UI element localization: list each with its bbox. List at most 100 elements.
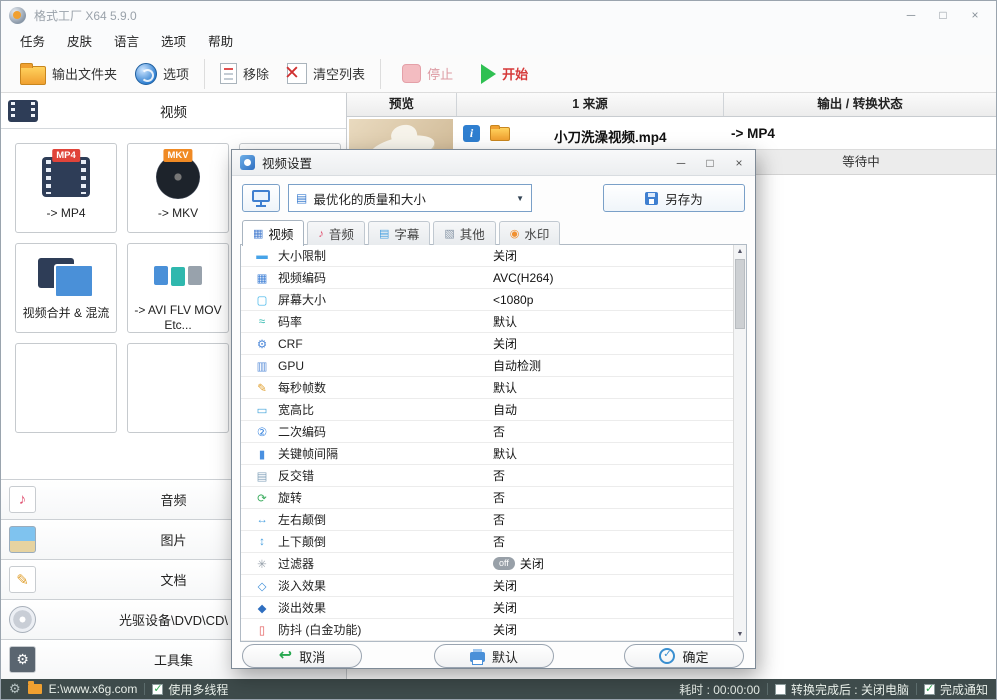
setting-value: 否 bbox=[493, 533, 505, 550]
menubar: 任务 皮肤 语言 选项 帮助 bbox=[1, 29, 996, 55]
stop-button[interactable]: 停止 bbox=[393, 58, 462, 90]
setting-row-crf[interactable]: ⚙ CRF 关闭 bbox=[241, 333, 733, 355]
scrollbar-thumb[interactable] bbox=[735, 259, 745, 329]
maximize-button[interactable]: □ bbox=[934, 8, 952, 22]
filter-icon: ✳ bbox=[257, 558, 267, 571]
tab-subtitle[interactable]: ▤ 字幕 bbox=[367, 221, 431, 245]
dialog-maximize-button[interactable]: □ bbox=[702, 156, 718, 170]
tab-label: 水印 bbox=[524, 228, 550, 242]
save-as-button[interactable]: 另存为 bbox=[603, 184, 745, 212]
start-button[interactable]: 开始 bbox=[472, 58, 537, 90]
column-preview[interactable]: 预览 bbox=[347, 93, 457, 116]
keyframe-interval-icon: ▮ bbox=[258, 448, 266, 461]
setting-value: 默认 bbox=[493, 445, 517, 462]
tab-label: 音频 bbox=[328, 228, 354, 242]
setting-row-aspect-ratio[interactable]: ▭ 宽高比 自动 bbox=[241, 399, 733, 421]
tab-label: 其他 bbox=[459, 228, 485, 242]
elapsed-time: 耗时 : 00:00:00 bbox=[679, 682, 760, 697]
options-button[interactable]: 选项 bbox=[126, 58, 198, 90]
gear-icon[interactable]: ⚙ bbox=[9, 679, 21, 699]
video-category-header[interactable]: 视频 bbox=[1, 93, 346, 129]
setting-value: 否 bbox=[493, 511, 505, 528]
setting-row-filter[interactable]: ✳ 过滤器 off 关闭 bbox=[241, 553, 733, 575]
menu-item-1[interactable]: 任务 bbox=[9, 29, 56, 55]
setting-row-two-pass[interactable]: ② 二次编码 否 bbox=[241, 421, 733, 443]
titlebar: 格式工厂 X64 5.9.0 ─ □ × bbox=[1, 1, 996, 29]
default-button[interactable]: 默认 bbox=[434, 644, 554, 668]
setting-row-fade-out[interactable]: ◆ 淡出效果 关闭 bbox=[241, 597, 733, 619]
setting-row-fps[interactable]: ✎ 每秒帧数 默认 bbox=[241, 377, 733, 399]
crf-icon: ⚙ bbox=[256, 338, 268, 351]
menu-item-4[interactable]: 选项 bbox=[150, 29, 197, 55]
setting-row-screen-size[interactable]: ▢ 屏幕大小 <1080p bbox=[241, 289, 733, 311]
setting-row-keyframe-interval[interactable]: ▮ 关键帧间隔 默认 bbox=[241, 443, 733, 465]
shutdown-after-toggle[interactable]: 转换完成后 : 关闭电脑 bbox=[774, 681, 909, 698]
close-button[interactable]: × bbox=[966, 8, 984, 22]
setting-value: 否 bbox=[493, 423, 505, 440]
tab-watermark[interactable]: ◉ 水印 bbox=[498, 221, 561, 245]
tab-audio[interactable]: ♪ 音频 bbox=[307, 221, 365, 245]
notify-toggle[interactable]: 完成通知 bbox=[923, 681, 988, 698]
menu-item-5[interactable]: 帮助 bbox=[197, 29, 244, 55]
dialog-app-icon bbox=[240, 155, 255, 170]
scroll-up-icon[interactable]: ▲ bbox=[734, 245, 746, 258]
monitor-icon bbox=[252, 189, 270, 207]
setting-row-flip-vertical[interactable]: ↕ 上下颠倒 否 bbox=[241, 531, 733, 553]
column-source[interactable]: 1 来源 bbox=[457, 93, 724, 116]
format-tile-partial[interactable] bbox=[127, 343, 229, 433]
dialog-close-button[interactable]: × bbox=[731, 156, 747, 170]
format-tile-mkv[interactable]: MKV -> MKV bbox=[127, 143, 229, 233]
shutdown-after-checkbox[interactable] bbox=[774, 683, 786, 695]
setting-row-gpu[interactable]: ▥ GPU 自动检测 bbox=[241, 355, 733, 377]
column-output[interactable]: 输出 / 转换状态 bbox=[724, 93, 996, 116]
ok-button[interactable]: 确定 bbox=[624, 644, 744, 668]
setting-row-bitrate[interactable]: ≈ 码率 默认 bbox=[241, 311, 733, 333]
cancel-label: 取消 bbox=[299, 649, 326, 665]
setting-label: 上下颠倒 bbox=[278, 535, 327, 549]
tab-video[interactable]: ▦ 视频 bbox=[242, 220, 305, 246]
info-icon[interactable] bbox=[463, 125, 480, 142]
scroll-down-icon[interactable]: ▼ bbox=[734, 628, 746, 641]
output-path[interactable]: E:\www.x6g.com bbox=[49, 682, 138, 696]
remove-button[interactable]: 移除 bbox=[211, 58, 278, 90]
document-icon: ✎ bbox=[9, 566, 36, 593]
format-tile-label: -> AVI FLV MOV Etc... bbox=[134, 303, 222, 332]
toolbar-separator bbox=[204, 58, 206, 89]
tab-other[interactable]: ▧ 其他 bbox=[433, 221, 496, 245]
dialog-title: 视频设置 bbox=[262, 157, 313, 171]
output-folder-button[interactable]: 输出文件夹 bbox=[11, 58, 126, 90]
output-path-folder-icon[interactable] bbox=[27, 681, 42, 694]
setting-row-video-codec[interactable]: ▦ 视频编码 AVC(H264) bbox=[241, 267, 733, 289]
multithread-toggle[interactable]: 使用多线程 bbox=[152, 681, 228, 698]
setting-row-stabilize[interactable]: ▯ 防抖 (白金功能) 关闭 bbox=[241, 619, 733, 641]
setting-value: 关闭 bbox=[493, 621, 517, 638]
open-folder-icon[interactable] bbox=[490, 125, 510, 141]
setting-value: <1080p bbox=[493, 293, 533, 307]
format-tile-partial[interactable] bbox=[15, 343, 117, 433]
scrollbar[interactable]: ▲ ▼ bbox=[733, 245, 746, 641]
dialog-tabs: ▦ 视频 ♪ 音频 ▤ 字幕 ▧ 其他 ◉ 水印 bbox=[242, 220, 561, 246]
format-tile-avi-flv-mov[interactable]: -> AVI FLV MOV Etc... bbox=[127, 243, 229, 333]
quality-profile-select[interactable]: ▤ 最优化的质量和大小 ▼ bbox=[288, 184, 532, 212]
menu-item-3[interactable]: 语言 bbox=[103, 29, 150, 55]
setting-row-rotate[interactable]: ⟳ 旋转 否 bbox=[241, 487, 733, 509]
cancel-button[interactable]: ↩ 取消 bbox=[242, 644, 362, 668]
dialog-minimize-button[interactable]: ─ bbox=[673, 156, 689, 170]
setting-row-flip-horizontal[interactable]: ↔ 左右颠倒 否 bbox=[241, 509, 733, 531]
clear-list-button[interactable]: 清空列表 bbox=[278, 58, 374, 90]
video-tab-icon: ▦ bbox=[253, 228, 264, 240]
multithread-checkbox[interactable] bbox=[152, 682, 164, 695]
setting-value: 否 bbox=[493, 467, 505, 484]
menu-item-2[interactable]: 皮肤 bbox=[56, 29, 103, 55]
setting-row-deinterlace[interactable]: ▤ 反交错 否 bbox=[241, 465, 733, 487]
screen-config-button[interactable] bbox=[242, 184, 280, 212]
setting-label: GPU bbox=[278, 358, 305, 373]
setting-row-fade-in[interactable]: ◇ 淡入效果 关闭 bbox=[241, 575, 733, 597]
minimize-button[interactable]: ─ bbox=[902, 8, 920, 22]
notify-checkbox[interactable] bbox=[923, 682, 935, 695]
setting-row-size-limit[interactable]: ▬ 大小限制 关闭 bbox=[241, 245, 733, 267]
setting-label: 防抖 (白金功能) bbox=[278, 623, 362, 637]
settings-list: ▬ 大小限制 关闭 ▦ 视频编码 AVC(H264) ▢ 屏幕大小 <1080p ≈ 码率 默认 ⚙ CR… bbox=[240, 244, 747, 642]
format-tile-merge[interactable]: 视频合并 & 混流 bbox=[15, 243, 117, 333]
format-tile-mp4[interactable]: MP4 -> MP4 bbox=[15, 143, 117, 233]
